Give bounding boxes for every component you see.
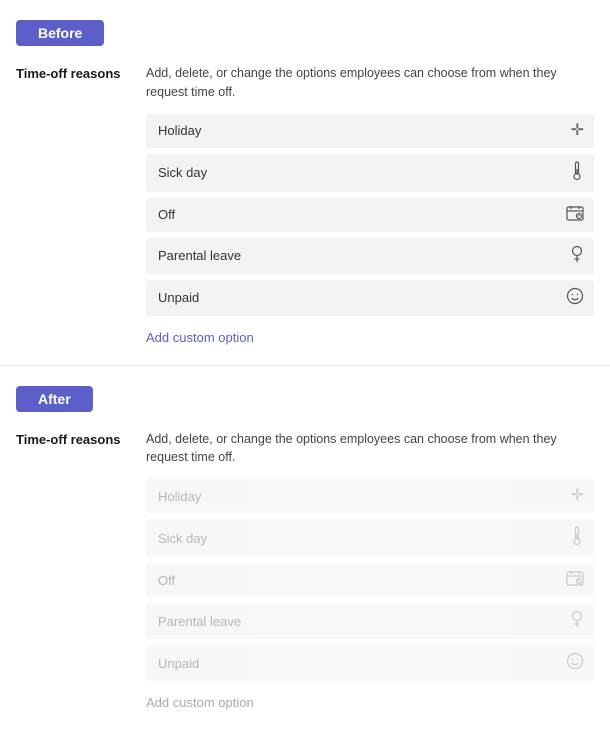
option-text-parental-after: Parental leave <box>158 614 241 629</box>
table-row[interactable]: Unpaid <box>146 280 594 316</box>
before-option-list: Holiday ✛ Sick day Off <box>146 114 594 316</box>
option-text-off: Off <box>158 207 175 222</box>
smiley-icon <box>566 287 584 309</box>
table-row[interactable]: Off <box>146 198 594 232</box>
before-label: Before <box>16 20 104 46</box>
thermometer-icon-after <box>570 526 584 550</box>
after-field-desc: Add, delete, or change the options emplo… <box>146 430 594 468</box>
before-field-desc: Add, delete, or change the options emplo… <box>146 64 594 102</box>
option-text-unpaid-after: Unpaid <box>158 656 199 671</box>
option-text-off-after: Off <box>158 573 175 588</box>
table-row[interactable]: Holiday ✛ <box>146 114 594 148</box>
calendar-icon-after <box>566 570 584 590</box>
move-icon-after: ✛ <box>571 488 584 504</box>
after-option-list: Holiday ✛ Sick day Off <box>146 479 594 681</box>
before-field-content: Add, delete, or change the options emplo… <box>146 64 594 345</box>
after-label: After <box>16 386 93 412</box>
option-text-sickday: Sick day <box>158 165 207 180</box>
gender-icon-after <box>570 610 584 632</box>
before-field-label: Time-off reasons <box>16 64 146 81</box>
after-field-label: Time-off reasons <box>16 430 146 447</box>
table-row: Off <box>146 563 594 597</box>
after-section: After Time-off reasons Add, delete, or c… <box>0 366 610 730</box>
add-custom-button[interactable]: Add custom option <box>146 330 254 345</box>
option-text-holiday: Holiday <box>158 123 201 138</box>
table-row: Unpaid <box>146 645 594 681</box>
table-row[interactable]: Sick day <box>146 154 594 192</box>
calendar-icon <box>566 205 584 225</box>
thermometer-icon <box>570 161 584 185</box>
after-row: Time-off reasons Add, delete, or change … <box>0 430 610 711</box>
option-text-sickday-after: Sick day <box>158 531 207 546</box>
table-row: Sick day <box>146 519 594 557</box>
smiley-icon-after <box>566 652 584 674</box>
add-custom-button-after: Add custom option <box>146 695 254 710</box>
option-text-unpaid: Unpaid <box>158 290 199 305</box>
table-row[interactable]: Parental leave <box>146 238 594 274</box>
table-row: Parental leave <box>146 603 594 639</box>
option-text-parental: Parental leave <box>158 248 241 263</box>
table-row: Holiday ✛ <box>146 479 594 513</box>
gender-icon <box>570 245 584 267</box>
before-section: Before Time-off reasons Add, delete, or … <box>0 0 610 366</box>
move-icon: ✛ <box>571 123 584 139</box>
option-text-holiday-after: Holiday <box>158 489 201 504</box>
before-row: Time-off reasons Add, delete, or change … <box>0 64 610 345</box>
after-field-content: Add, delete, or change the options emplo… <box>146 430 594 711</box>
